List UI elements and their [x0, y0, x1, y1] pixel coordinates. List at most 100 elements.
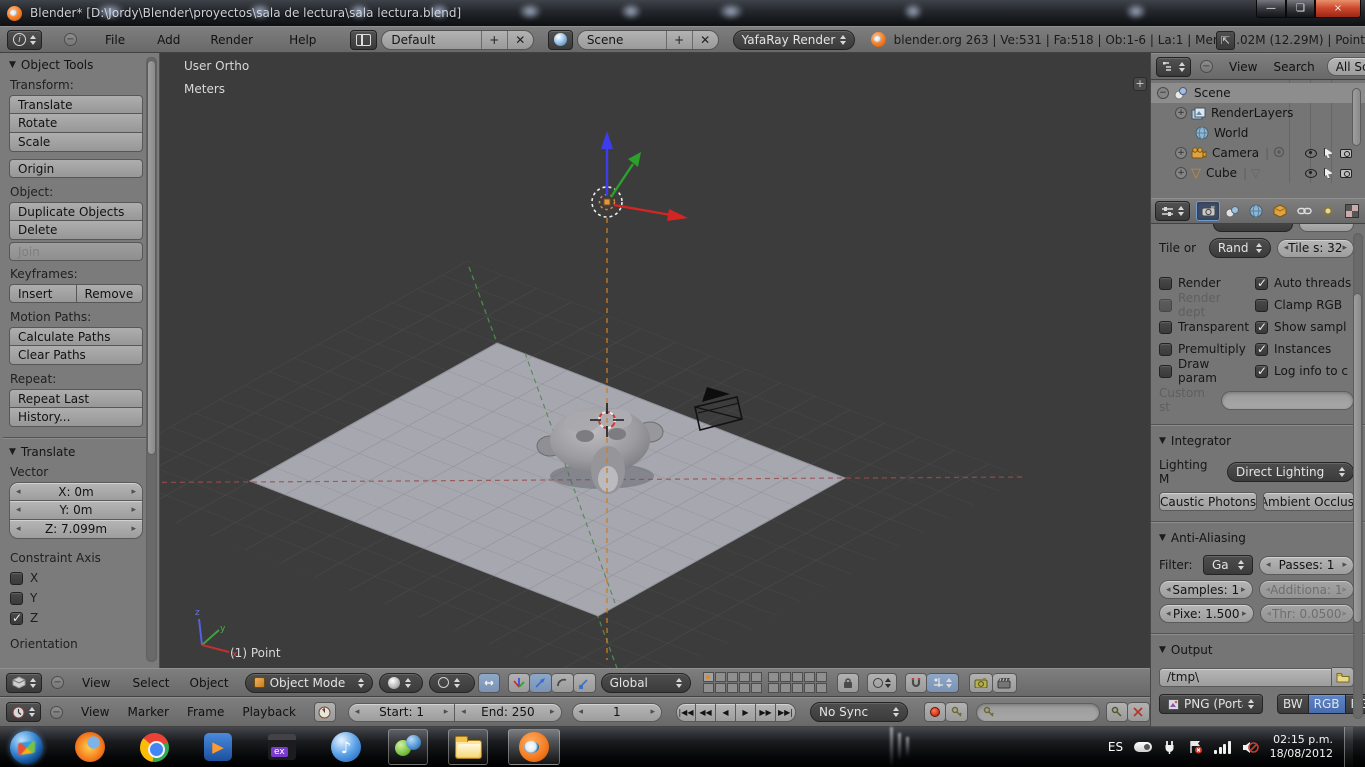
render-checkbox[interactable] — [1159, 276, 1172, 290]
maximize-button[interactable]: ❏ — [1286, 0, 1315, 18]
history-button[interactable]: History... — [9, 408, 143, 427]
taskbar-explorer[interactable] — [448, 729, 488, 765]
outliner-row-cube[interactable]: + ▽ Cube | ▽ — [1151, 163, 1365, 183]
scene-selector[interactable]: Scene + ✕ — [576, 29, 719, 50]
expander-icon[interactable]: + — [1175, 147, 1187, 159]
viewport-3d[interactable]: z y x User Ortho Meters (1) Point + — [160, 53, 1150, 668]
duplicate-objects-button[interactable]: Duplicate Objects — [9, 202, 143, 221]
transform-orientation-dropdown[interactable]: Global — [600, 672, 691, 693]
menu-add[interactable]: Add — [151, 33, 186, 47]
outliner-item-label[interactable]: World — [1214, 126, 1248, 140]
active-keying-set-field[interactable] — [976, 702, 1100, 722]
close-button[interactable]: × — [1315, 0, 1361, 18]
show-samples-checkbox[interactable] — [1255, 320, 1268, 334]
jump-to-next-keyframe-button[interactable]: ▶▶ — [755, 702, 776, 722]
editor-type-button-properties[interactable] — [1155, 201, 1190, 221]
custom-string-field[interactable] — [1221, 390, 1354, 410]
jump-to-end-button[interactable]: ▶▶| — [775, 702, 796, 722]
jump-to-start-button[interactable]: |◀◀ — [675, 702, 696, 722]
taskbar-media-player[interactable]: ▶ — [198, 729, 238, 765]
menu-frame[interactable]: Frame — [181, 705, 230, 719]
transparent-checkbox[interactable] — [1159, 320, 1172, 334]
tile-size-field[interactable]: ◂ Tile s: 32 ▸ — [1276, 238, 1354, 258]
delete-layout-button[interactable]: ✕ — [506, 30, 533, 49]
layers-grid-1[interactable] — [702, 672, 762, 693]
translate-manipulator[interactable] — [601, 131, 688, 221]
snap-element-dropdown[interactable] — [926, 672, 959, 693]
menu-file[interactable]: File — [99, 33, 131, 47]
constraint-y-checkbox[interactable] — [10, 591, 23, 605]
outliner-row-renderlayers[interactable]: + RenderLayers — [1151, 103, 1365, 123]
window-duplicate-icon[interactable]: ⇱ — [1216, 31, 1235, 50]
tab-scene[interactable] — [1220, 201, 1244, 221]
taskbar-video-editor[interactable]: ex — [262, 729, 302, 765]
tab-world[interactable] — [1244, 201, 1268, 221]
manipulator-scale-toggle[interactable] — [573, 672, 596, 693]
expander-icon[interactable]: + — [1175, 107, 1187, 119]
delete-keyframes-button[interactable] — [1127, 702, 1150, 722]
remove-keyframe-button[interactable]: Remove — [76, 284, 143, 303]
collapse-menus-icon[interactable]: − — [1200, 60, 1213, 73]
tab-object[interactable] — [1268, 201, 1292, 221]
lock-to-scene-toggle[interactable] — [836, 672, 859, 693]
menu-search[interactable]: Search — [1267, 60, 1320, 74]
tab-object-data[interactable] — [1316, 201, 1340, 221]
network-signal-icon[interactable] — [1214, 740, 1231, 754]
manipulator-rotate-toggle[interactable] — [551, 672, 574, 693]
file-format-dropdown[interactable]: PNG (Porta — [1159, 694, 1263, 714]
outliner-row-scene[interactable]: − Scene — [1151, 83, 1365, 103]
frame-start-field[interactable]: ◂ Start: 1 ▸ — [347, 702, 456, 722]
outliner-item-label[interactable]: Camera — [1212, 146, 1259, 160]
tile-order-dropdown[interactable]: Rand — [1208, 238, 1271, 258]
instances-checkbox[interactable] — [1255, 342, 1268, 356]
taskbar-chrome[interactable] — [134, 729, 174, 765]
aa-samples-field[interactable]: ◂ Samples: 1 ▸ — [1159, 580, 1253, 599]
current-frame-field[interactable]: ◂ 1 ▸ — [571, 702, 662, 722]
output-path-field[interactable]: /tmp\ — [1159, 667, 1332, 687]
constraint-z-checkbox[interactable] — [10, 611, 23, 625]
delete-scene-button[interactable]: ✕ — [691, 30, 718, 49]
tab-render[interactable] — [1196, 201, 1220, 221]
menu-object[interactable]: Object — [184, 676, 235, 690]
manipulator-translate-toggle[interactable] — [529, 672, 552, 693]
object-tools-panel-header[interactable]: ▼ Object Tools — [9, 58, 143, 72]
draw-params-checkbox[interactable] — [1159, 364, 1172, 378]
constraint-x-checkbox[interactable] — [10, 571, 23, 585]
rotate-button[interactable]: Rotate — [9, 114, 143, 133]
caustic-photons-button[interactable]: Caustic Photons — [1159, 492, 1258, 511]
restrict-view-icon[interactable] — [1305, 148, 1317, 158]
insert-keyframes-button[interactable] — [1105, 702, 1128, 722]
vector-x-field[interactable]: ◂ X: 0m ▸ — [9, 482, 143, 501]
editor-type-button-3dview[interactable] — [6, 672, 42, 693]
auto-threads-checkbox[interactable] — [1255, 276, 1268, 290]
aa-filter-dropdown[interactable]: Ga — [1203, 555, 1253, 575]
vector-z-field[interactable]: ◂ Z: 7.099m ▸ — [9, 520, 143, 539]
aa-additional-field[interactable]: ◂ Additiona: 1 ▸ — [1258, 580, 1354, 599]
play-button[interactable]: ▶ — [735, 702, 756, 722]
region-toggle-plus-icon[interactable]: + — [1133, 77, 1147, 91]
outliner-item-label[interactable]: RenderLayers — [1211, 106, 1293, 120]
taskbar-blender[interactable] — [508, 729, 560, 765]
clamp-rgb-checkbox[interactable] — [1255, 298, 1268, 312]
menu-marker[interactable]: Marker — [121, 705, 174, 719]
restrict-select-icon[interactable] — [1324, 147, 1333, 159]
origin-button[interactable]: Origin — [9, 159, 143, 178]
editor-type-button-timeline[interactable] — [6, 702, 41, 722]
aa-threshold-field[interactable]: ◂ Thr: 0.0500 ▸ — [1259, 604, 1354, 623]
taskbar-itunes[interactable]: ♪ — [326, 729, 366, 765]
clipped-slider[interactable] — [1299, 224, 1354, 232]
restrict-render-icon[interactable] — [1340, 148, 1352, 158]
editor-type-button-info[interactable]: i — [7, 29, 42, 50]
auto-keyframe-toggle[interactable] — [924, 702, 947, 722]
color-mode-bw-button[interactable]: BW — [1277, 694, 1309, 714]
menu-render[interactable]: Render — [204, 33, 259, 47]
keying-set-mode-button[interactable] — [946, 702, 969, 722]
clear-paths-button[interactable]: Clear Paths — [9, 346, 143, 365]
outliner-item-label[interactable]: Cube — [1206, 166, 1237, 180]
integrator-panel-header[interactable]: ▼ Integrator — [1159, 434, 1354, 448]
restrict-render-icon[interactable] — [1340, 168, 1352, 178]
tab-constraints[interactable] — [1292, 201, 1316, 221]
insert-keyframe-button[interactable]: Insert — [9, 284, 77, 303]
repeat-last-button[interactable]: Repeat Last — [9, 389, 143, 408]
volume-muted-icon[interactable] — [1242, 740, 1259, 755]
